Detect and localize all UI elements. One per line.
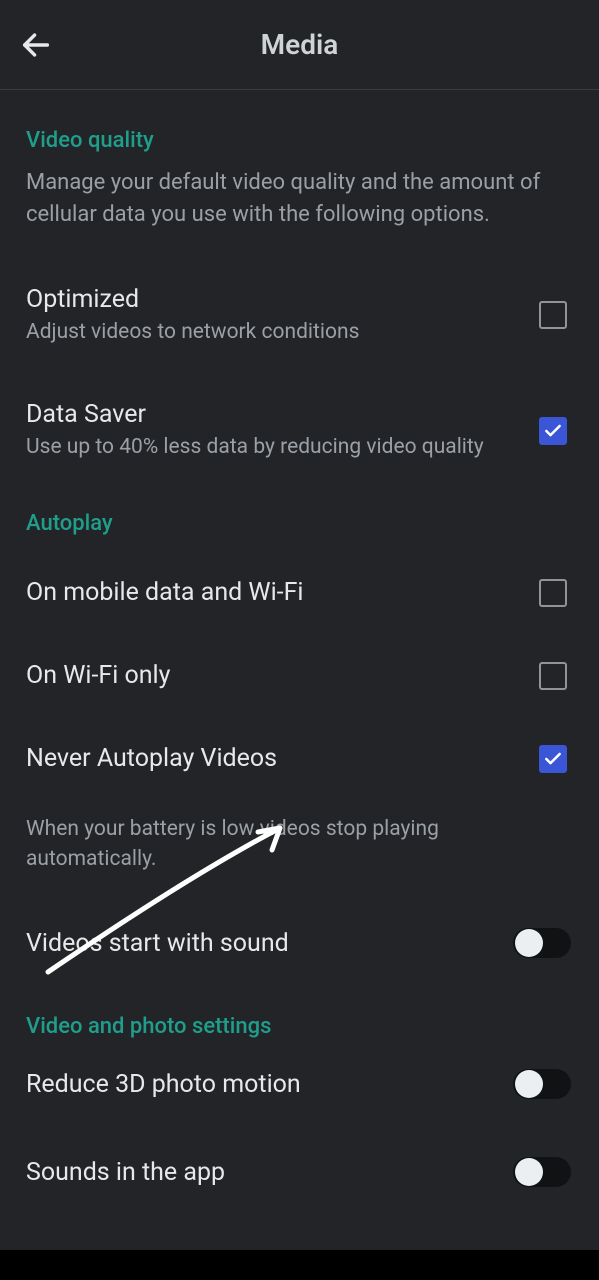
arrow-left-icon (19, 28, 53, 62)
checkbox-data-saver[interactable] (539, 417, 567, 445)
row-autoplay-mobile-wifi[interactable]: On mobile data and Wi-Fi (26, 578, 573, 607)
label-data-saver: Data Saver (26, 400, 521, 429)
row-videos-sound[interactable]: Videos start with sound (26, 928, 573, 958)
section-title-autoplay: Autoplay (26, 511, 573, 536)
label-autoplay-wifi-only: On Wi-Fi only (26, 661, 521, 690)
page-title: Media (0, 28, 599, 61)
section-title-video-photo: Video and photo settings (26, 1014, 573, 1039)
row-reduce-3d[interactable]: Reduce 3D photo motion (26, 1069, 573, 1099)
section-title-video-quality: Video quality (26, 128, 573, 153)
sub-optimized: Adjust videos to network conditions (26, 318, 521, 346)
label-videos-sound: Videos start with sound (26, 929, 495, 958)
sub-data-saver: Use up to 40% less data by reducing vide… (26, 433, 521, 461)
note-autoplay-battery: When your battery is low videos stop pla… (26, 815, 573, 874)
checkbox-autoplay-wifi-only[interactable] (539, 662, 567, 690)
label-autoplay-never: Never Autoplay Videos (26, 744, 521, 773)
settings-content: Video quality Manage your default video … (0, 128, 599, 1207)
row-autoplay-never[interactable]: Never Autoplay Videos (26, 744, 573, 773)
row-optimized[interactable]: Optimized Adjust videos to network condi… (26, 285, 573, 346)
toggle-videos-sound[interactable] (513, 928, 571, 958)
label-sounds-app: Sounds in the app (26, 1158, 495, 1187)
checkbox-autoplay-never[interactable] (539, 745, 567, 773)
row-autoplay-wifi-only[interactable]: On Wi-Fi only (26, 661, 573, 690)
back-button[interactable] (16, 25, 56, 65)
toggle-reduce-3d[interactable] (513, 1069, 571, 1099)
toggle-sounds-app[interactable] (513, 1157, 571, 1187)
section-desc-video-quality: Manage your default video quality and th… (26, 167, 573, 231)
system-nav-bar (0, 1250, 599, 1280)
checkbox-autoplay-mobile-wifi[interactable] (539, 579, 567, 607)
label-optimized: Optimized (26, 285, 521, 314)
label-reduce-3d: Reduce 3D photo motion (26, 1070, 495, 1099)
row-data-saver[interactable]: Data Saver Use up to 40% less data by re… (26, 400, 573, 461)
app-header: Media (0, 0, 599, 90)
checkbox-optimized[interactable] (539, 301, 567, 329)
row-sounds-app[interactable]: Sounds in the app (26, 1157, 573, 1187)
label-autoplay-mobile-wifi: On mobile data and Wi-Fi (26, 578, 521, 607)
